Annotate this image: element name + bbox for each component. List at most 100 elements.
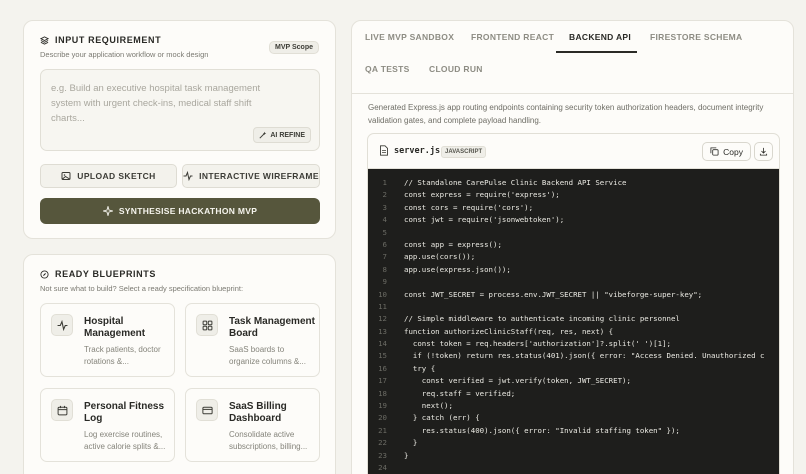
line-code: const express = require('express');: [404, 190, 560, 200]
wand-icon: [259, 131, 267, 139]
input-requirement-title: INPUT REQUIREMENT: [40, 35, 161, 45]
copy-label: Copy: [723, 146, 743, 157]
line-code: }: [404, 438, 418, 448]
interactive-wireframe-label: INTERACTIVE WIREFRAME: [199, 171, 319, 181]
ready-blueprints-title: READY BLUEPRINTS: [40, 269, 156, 279]
code-line: 5: [368, 227, 779, 239]
code-line: 3 const cors = require('cors');: [368, 202, 779, 214]
card-icon: [196, 399, 218, 421]
pulse-icon: [51, 314, 73, 336]
line-number: 5: [382, 227, 387, 237]
tab-firestore-schema[interactable]: FIRESTORE SCHEMA: [650, 32, 743, 42]
line-code: // Standalone CarePulse Clinic Backend A…: [404, 178, 627, 187]
code-line: 8 app.use(express.json());: [368, 264, 779, 276]
line-number: 14: [378, 339, 387, 349]
line-code: const app = express();: [404, 239, 502, 249]
upload-sketch-button[interactable]: UPLOAD SKETCH: [40, 164, 177, 188]
activity-icon: [183, 171, 193, 181]
synthesise-mvp-label: SYNTHESISE HACKATHON MVP: [118, 206, 258, 216]
line-code: try {: [404, 363, 436, 373]
line-code: const verified = jwt.verify(token, JWT_S…: [404, 376, 631, 386]
line-number: 4: [382, 215, 387, 225]
copy-icon: [710, 147, 719, 156]
code-line: 23}: [368, 450, 779, 462]
line-number: 2: [382, 190, 387, 200]
backend-description: Generated Express.js app routing endpoin…: [368, 103, 764, 125]
tab-live-mvp-sandbox[interactable]: LIVE MVP SANDBOX: [365, 32, 454, 42]
code-line: 7 app.use(cors());: [368, 251, 779, 263]
line-code: const cors = require('cors');: [404, 202, 534, 212]
line-code: // Simple middleware to authenticate inc…: [404, 314, 680, 324]
download-icon: [759, 147, 768, 156]
line-number: 15: [378, 351, 387, 361]
requirement-textarea[interactable]: e.g. Build an executive hospital task ma…: [40, 69, 320, 151]
code-line: 20 } catch (err) {: [368, 412, 779, 424]
mvp-scope-badge: MVP Scope: [269, 41, 319, 54]
blueprint-desc: SaaS boards to organize columns &...: [229, 345, 306, 366]
tab-frontend-react[interactable]: FRONTEND REACT: [471, 32, 554, 42]
code-line: 12 // Simple middleware to authenticate i…: [368, 313, 779, 325]
blueprint-card-task-board[interactable]: Task Management Board SaaS boards to org…: [185, 303, 320, 377]
requirement-placeholder: e.g. Build an executive hospital task ma…: [51, 83, 261, 124]
compass-icon: [40, 269, 49, 279]
upload-sketch-label: UPLOAD SKETCH: [77, 171, 156, 181]
ready-blueprints-subtitle: Not sure what to build? Select a ready s…: [40, 284, 244, 293]
code-line: 6 const app = express();: [368, 239, 779, 251]
sparkle-icon: [102, 206, 113, 216]
code-line: 1 // Standalone CarePulse Clinic Backend …: [368, 177, 779, 189]
copy-button[interactable]: Copy: [702, 142, 751, 161]
blueprint-card-billing[interactable]: SaaS Billing Dashboard Consolidate activ…: [185, 388, 320, 462]
tab-qa-tests[interactable]: QA TESTS: [365, 64, 410, 74]
line-number: 13: [378, 326, 387, 336]
input-requirement-subtitle: Describe your application workflow or mo…: [40, 50, 209, 59]
synthesise-mvp-button[interactable]: SYNTHESISE HACKATHON MVP: [40, 198, 320, 224]
download-button[interactable]: [754, 142, 773, 161]
blueprint-title: Personal Fitness Log: [84, 401, 165, 424]
line-code: app.use(express.json());: [404, 264, 511, 274]
code-line: 4 const jwt = require('jsonwebtoken');: [368, 214, 779, 226]
code-line: 19 next();: [368, 400, 779, 412]
line-code: res.status(400).json({ error: "Invalid s…: [404, 425, 680, 435]
code-line: 21 res.status(400).json({ error: "Invali…: [368, 425, 779, 437]
line-code: next();: [404, 401, 453, 411]
code-line: 22 }: [368, 437, 779, 449]
blueprint-card-hospital[interactable]: Hospital Management Track patients, doct…: [40, 303, 175, 377]
code-line: 24: [368, 462, 779, 474]
line-code: if (!token) return res.status(401).json(…: [404, 351, 765, 361]
line-code: function authorizeClinicStaff(req, res, …: [404, 326, 614, 336]
blueprint-desc: Log exercise routines, active calorie sp…: [84, 430, 166, 451]
code-line: 18 req.staff = verified;: [368, 388, 779, 400]
code-line: 11: [368, 301, 779, 313]
tab-backend-api[interactable]: BACKEND API: [569, 32, 631, 42]
ready-blueprints-title-text: READY BLUEPRINTS: [55, 269, 156, 279]
blueprint-title: SaaS Billing Dashboard: [229, 401, 287, 424]
filename: server.js: [394, 146, 441, 156]
line-number: 24: [378, 462, 387, 472]
line-number: 7: [382, 252, 387, 262]
interactive-wireframe-button[interactable]: INTERACTIVE WIREFRAME: [182, 164, 320, 188]
file-icon: [380, 145, 388, 156]
line-number: 22: [378, 438, 387, 448]
code-line: 15 if (!token) return res.status(401).js…: [368, 350, 779, 362]
ready-blueprints-panel: READY BLUEPRINTS Not sure what to build?…: [23, 254, 336, 474]
blueprint-desc: Consolidate active subscriptions, billin…: [229, 430, 308, 451]
line-number: 21: [378, 425, 387, 435]
calendar-icon: [51, 399, 73, 421]
code-body[interactable]: 1 // Standalone CarePulse Clinic Backend …: [368, 169, 779, 474]
line-number: 23: [378, 450, 387, 460]
grid-icon: [196, 314, 218, 336]
line-code: req.staff = verified;: [404, 388, 516, 398]
code-line: 17 const verified = jwt.verify(token, JW…: [368, 375, 779, 387]
ai-refine-label: AI REFINE: [270, 131, 305, 139]
line-number: 11: [378, 301, 387, 311]
line-number: 18: [378, 388, 387, 398]
ai-refine-button[interactable]: AI REFINE: [253, 127, 311, 143]
output-panel: LIVE MVP SANDBOX FRONTEND REACT BACKEND …: [351, 20, 794, 474]
code-line: 2 const express = require('express');: [368, 189, 779, 201]
code-line: 13 function authorizeClinicStaff(req, res…: [368, 326, 779, 338]
line-number: 9: [382, 277, 387, 287]
blueprint-card-fitness[interactable]: Personal Fitness Log Log exercise routin…: [40, 388, 175, 462]
tab-cloud-run[interactable]: CLOUD RUN: [429, 64, 483, 74]
line-number: 3: [382, 202, 387, 212]
output-tabs: LIVE MVP SANDBOX FRONTEND REACT BACKEND …: [352, 21, 793, 94]
